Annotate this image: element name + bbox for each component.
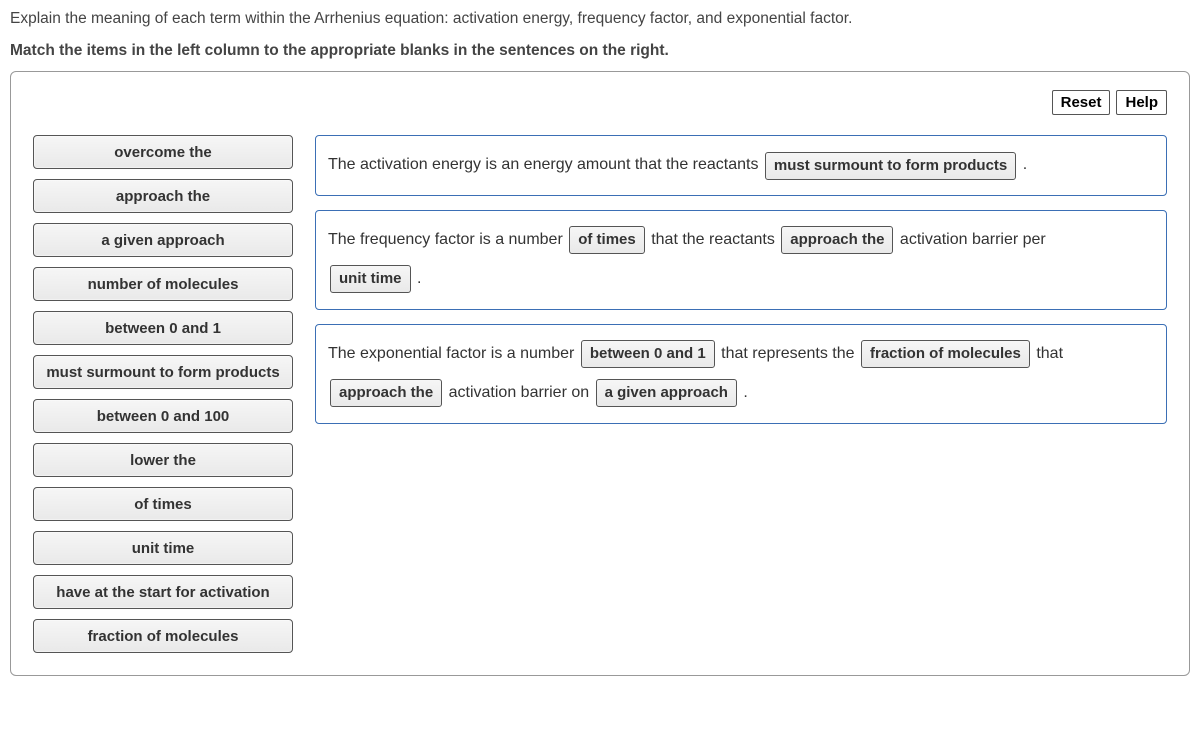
sentence-frequency-factor: The frequency factor is a number of time… (315, 210, 1167, 310)
question-prompt-line2: Match the items in the left column to th… (10, 40, 1190, 62)
sentence-text: that the reactants (647, 231, 780, 248)
sentence-exponential-factor: The exponential factor is a number betwe… (315, 324, 1167, 424)
sentence-text: The exponential factor is a number (328, 345, 579, 362)
help-button[interactable]: Help (1116, 90, 1167, 115)
drag-item[interactable]: number of molecules (33, 267, 293, 301)
sentence-text: . (1018, 156, 1027, 173)
sentence-text: . (413, 270, 422, 287)
drop-target-filled[interactable]: unit time (330, 265, 411, 293)
question-prompt-line1: Explain the meaning of each term within … (10, 8, 1190, 30)
drag-item[interactable]: of times (33, 487, 293, 521)
columns-container: overcome the approach the a given approa… (33, 135, 1167, 653)
control-buttons-row: Reset Help (33, 90, 1167, 115)
drop-target-filled[interactable]: fraction of molecules (861, 340, 1030, 368)
drag-item[interactable]: between 0 and 100 (33, 399, 293, 433)
sentence-targets-column: The activation energy is an energy amoun… (315, 135, 1167, 423)
sentence-text: that represents the (717, 345, 859, 362)
sentence-text: that (1032, 345, 1063, 362)
drop-target-filled[interactable]: a given approach (596, 379, 737, 407)
drag-item[interactable]: have at the start for activation (33, 575, 293, 609)
drag-item[interactable]: approach the (33, 179, 293, 213)
sentence-activation-energy: The activation energy is an energy amoun… (315, 135, 1167, 196)
reset-button[interactable]: Reset (1052, 90, 1111, 115)
sentence-text: activation barrier per (895, 231, 1045, 248)
drag-item[interactable]: a given approach (33, 223, 293, 257)
drop-target-filled[interactable]: between 0 and 1 (581, 340, 715, 368)
drop-target-filled[interactable]: approach the (781, 226, 893, 254)
drop-target-filled[interactable]: of times (569, 226, 645, 254)
sentence-text: activation barrier on (444, 384, 593, 401)
drag-item[interactable]: lower the (33, 443, 293, 477)
drag-item[interactable]: overcome the (33, 135, 293, 169)
drop-target-filled[interactable]: must surmount to form products (765, 152, 1016, 180)
drag-item[interactable]: unit time (33, 531, 293, 565)
sentence-text: The frequency factor is a number (328, 231, 567, 248)
drag-item[interactable]: fraction of molecules (33, 619, 293, 653)
drop-target-filled[interactable]: approach the (330, 379, 442, 407)
sentence-text: . (739, 384, 748, 401)
drag-source-column: overcome the approach the a given approa… (33, 135, 293, 653)
drag-item[interactable]: between 0 and 1 (33, 311, 293, 345)
drag-item[interactable]: must surmount to form products (33, 355, 293, 389)
sentence-text: The activation energy is an energy amoun… (328, 156, 763, 173)
matching-exercise-box: Reset Help overcome the approach the a g… (10, 71, 1190, 676)
